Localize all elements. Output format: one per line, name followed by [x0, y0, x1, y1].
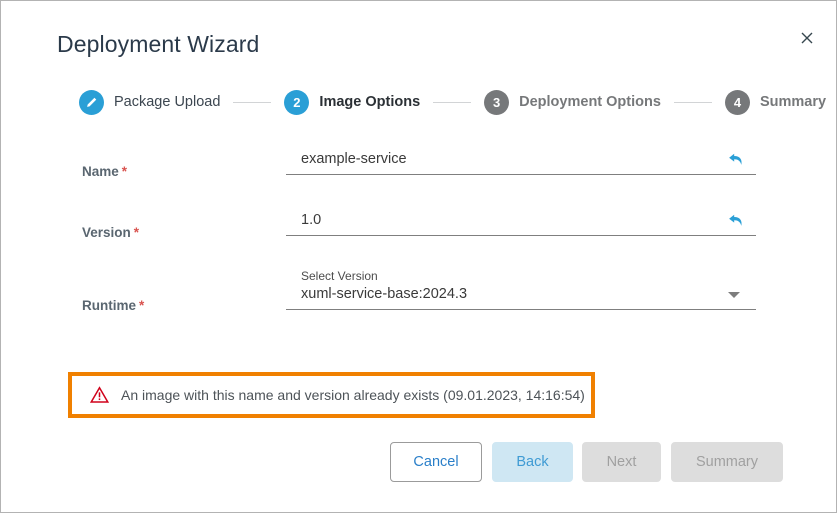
name-required-marker: *: [122, 164, 127, 179]
step-deployment-options[interactable]: 3 Deployment Options: [484, 90, 661, 115]
step-summary[interactable]: 4 Summary: [725, 90, 826, 115]
step-2-circle: 2: [284, 90, 309, 115]
warning-message-row: An image with this name and version alre…: [72, 376, 591, 414]
step-2-label: Image Options: [319, 94, 420, 110]
chevron-down-icon[interactable]: [728, 292, 740, 298]
step-4-circle: 4: [725, 90, 750, 115]
runtime-field-control[interactable]: Select Version xuml-service-base:2024.3: [286, 269, 756, 310]
version-required-marker: *: [134, 225, 139, 240]
runtime-selected-value[interactable]: xuml-service-base:2024.3: [286, 286, 721, 309]
name-input[interactable]: [286, 151, 721, 174]
step-1-circle: [79, 90, 104, 115]
next-button: Next: [582, 442, 661, 482]
warning-message-text: An image with this name and version alre…: [121, 387, 585, 403]
runtime-sub-label: Select Version: [286, 269, 756, 286]
warning-annotation-highlight: An image with this name and version alre…: [68, 372, 595, 418]
pencil-icon: [85, 96, 98, 109]
step-connector-3: [674, 102, 712, 103]
name-field-control: [286, 151, 756, 175]
dialog-footer: Cancel Back Next Summary: [1, 442, 837, 484]
back-button[interactable]: Back: [492, 442, 573, 482]
undo-icon-version[interactable]: [727, 214, 744, 229]
step-1-label: Package Upload: [114, 94, 220, 110]
runtime-label-text: Runtime: [82, 298, 136, 313]
page-title: Deployment Wizard: [57, 31, 259, 58]
undo-icon-name[interactable]: [727, 153, 744, 168]
version-field-label: Version*: [82, 225, 139, 240]
step-connector-2: [433, 102, 471, 103]
version-field-control: [286, 212, 756, 236]
version-input[interactable]: [286, 212, 721, 235]
cancel-button[interactable]: Cancel: [390, 442, 482, 482]
step-package-upload[interactable]: Package Upload: [79, 90, 220, 115]
deployment-wizard-dialog: Deployment Wizard Package Upload 2 Image…: [0, 0, 837, 513]
name-field-label: Name*: [82, 164, 127, 179]
name-label-text: Name: [82, 164, 119, 179]
warning-triangle-icon: [90, 386, 109, 404]
wizard-stepper: Package Upload 2 Image Options 3 Deploym…: [79, 89, 826, 115]
step-3-circle: 3: [484, 90, 509, 115]
runtime-required-marker: *: [139, 298, 144, 313]
close-icon[interactable]: [798, 29, 816, 47]
step-connector-1: [233, 102, 271, 103]
runtime-field-label: Runtime*: [82, 298, 144, 313]
step-4-label: Summary: [760, 94, 826, 110]
summary-button: Summary: [671, 442, 783, 482]
step-image-options[interactable]: 2 Image Options: [284, 90, 420, 115]
step-3-label: Deployment Options: [519, 94, 661, 110]
version-label-text: Version: [82, 225, 131, 240]
